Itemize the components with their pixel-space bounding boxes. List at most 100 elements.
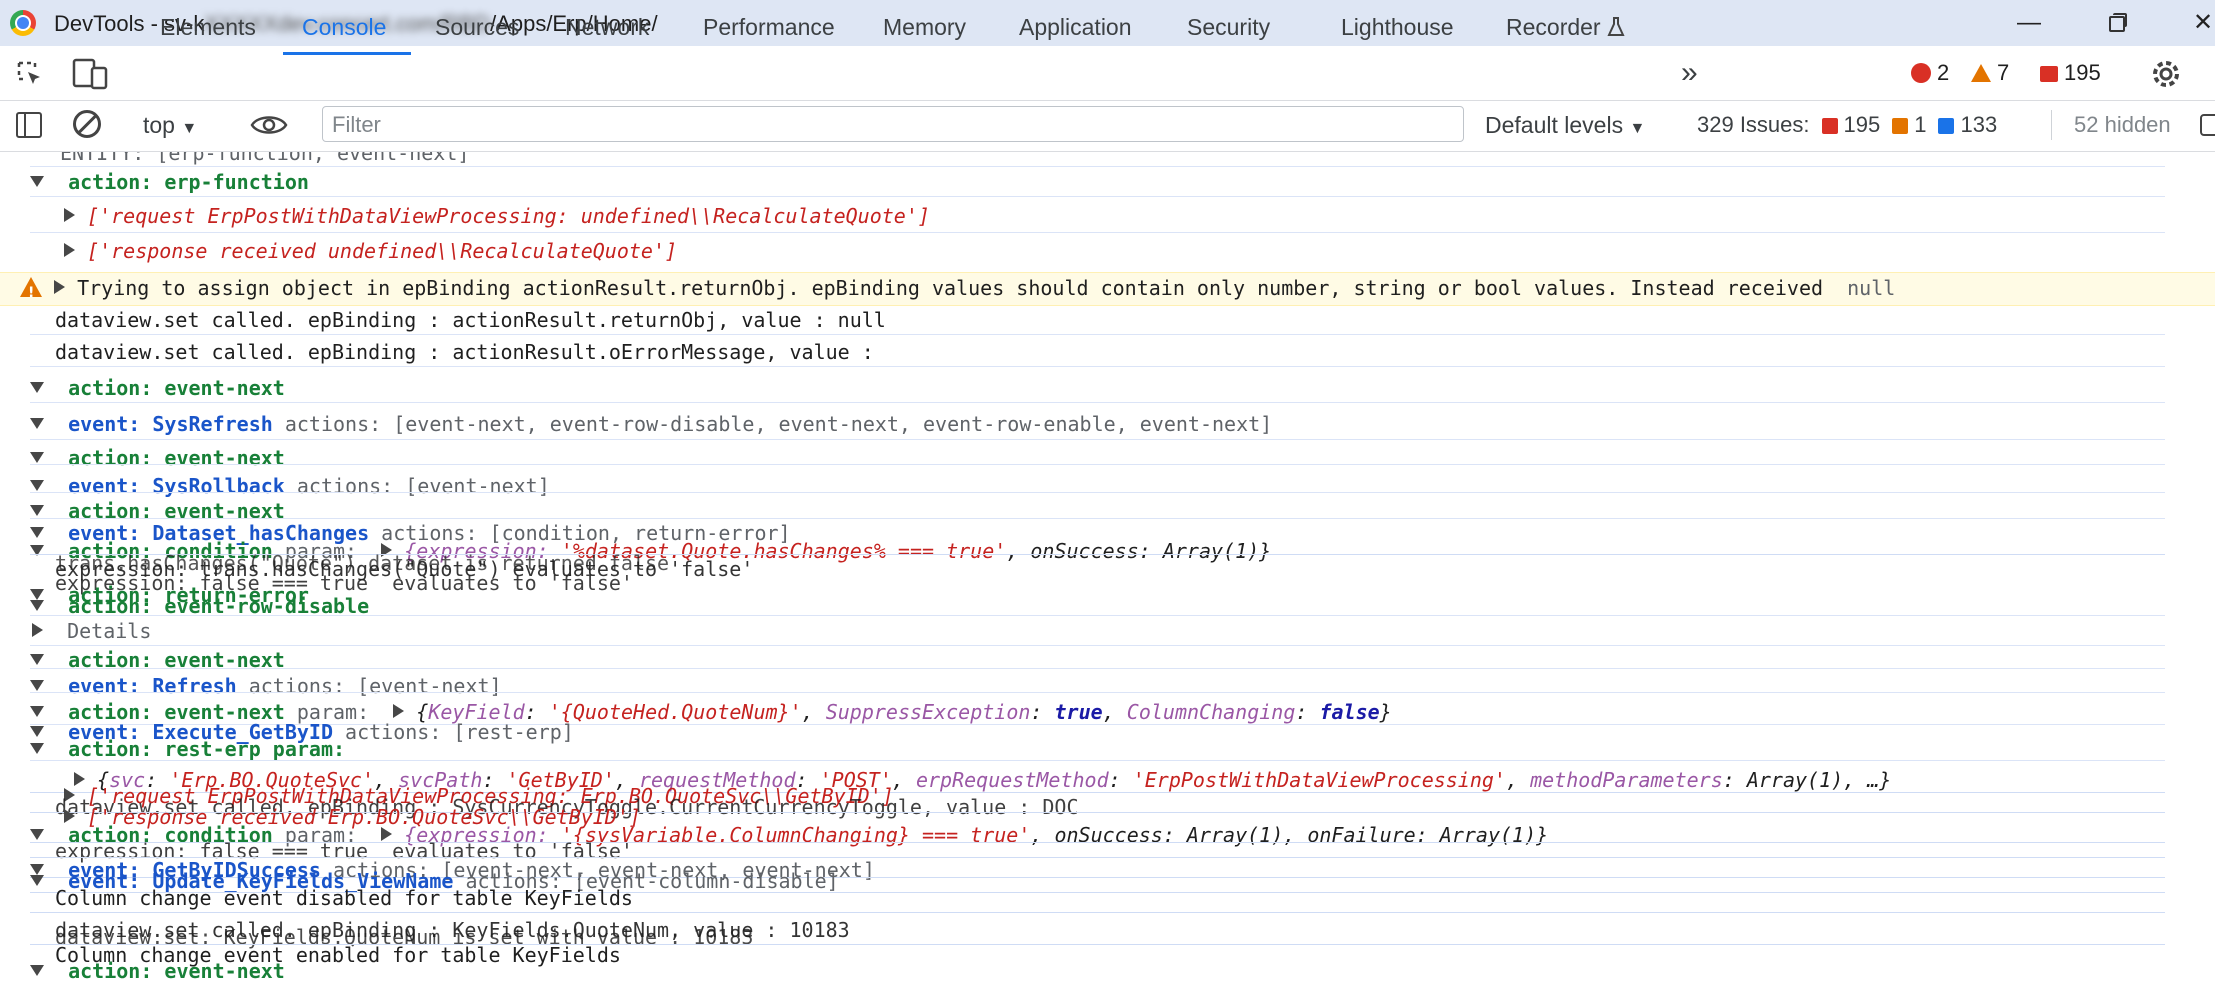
tab-network[interactable]: Network bbox=[565, 14, 649, 41]
tab-console[interactable]: Console bbox=[302, 14, 386, 41]
event-label: event: SysRefresh bbox=[68, 412, 273, 436]
row-divider bbox=[30, 334, 2165, 335]
group-header[interactable]: action: event-next bbox=[0, 445, 2215, 471]
close-button[interactable]: ✕ bbox=[2180, 8, 2215, 38]
group-header[interactable]: event: Refresh actions: [event-next] bbox=[0, 673, 2215, 699]
row-divider bbox=[30, 645, 2165, 646]
context-value: top bbox=[143, 112, 175, 138]
flask-icon bbox=[1607, 17, 1625, 36]
tab-application[interactable]: Application bbox=[1019, 14, 1132, 41]
context-select[interactable]: top ▼ bbox=[143, 112, 197, 139]
tab-memory[interactable]: Memory bbox=[883, 14, 966, 41]
error-counter[interactable]: 2 bbox=[1911, 60, 1949, 88]
settings-gear-icon[interactable] bbox=[2148, 56, 2184, 92]
row-divider bbox=[30, 760, 2165, 761]
error-count: 2 bbox=[1937, 60, 1950, 85]
collapse-arrow-icon bbox=[30, 480, 44, 491]
tab-recorder[interactable]: Recorder bbox=[1506, 14, 1625, 41]
group-header[interactable]: event: SysRefresh actions: [event-next, … bbox=[0, 411, 2215, 437]
tab-lighthouse[interactable]: Lighthouse bbox=[1341, 14, 1454, 41]
dropdown-arrow-icon: ▼ bbox=[181, 120, 198, 137]
console-output: ENTITY: [erp-function, event-next] actio… bbox=[0, 152, 2215, 985]
error-circle-icon bbox=[1911, 63, 1931, 83]
row-divider bbox=[30, 518, 2165, 519]
log-line[interactable]: ['request ErpPostWithDataViewProcessing:… bbox=[0, 203, 2215, 229]
expand-arrow-icon bbox=[393, 704, 405, 718]
log-line: dataview.set called. epBinding : actionR… bbox=[55, 340, 874, 364]
event-actions: actions: [event-next, event-row-disable,… bbox=[284, 412, 1273, 436]
issues-count: 195 bbox=[2064, 60, 2101, 85]
group-header[interactable]: action: rest-erp param: bbox=[0, 736, 2215, 762]
inspect-element-icon[interactable] bbox=[16, 60, 44, 88]
collapse-arrow-icon bbox=[30, 527, 44, 538]
row-divider bbox=[30, 464, 2165, 465]
details-label: Details bbox=[67, 619, 152, 643]
dropdown-arrow-icon: ▼ bbox=[1629, 120, 1646, 137]
row-divider bbox=[30, 166, 2165, 167]
tab-recorder-label: Recorder bbox=[1506, 14, 1601, 40]
group-header[interactable]: action: event-next bbox=[0, 375, 2215, 401]
tab-sources[interactable]: Sources bbox=[435, 14, 519, 41]
row-divider bbox=[30, 492, 2165, 493]
active-tab-indicator bbox=[283, 52, 411, 55]
group-label: action: rest-erp param: bbox=[68, 737, 346, 761]
event-actions: actions: [event-next] bbox=[248, 674, 502, 698]
row-divider bbox=[30, 196, 2165, 197]
warning-counter[interactable]: 7 bbox=[1971, 60, 2009, 88]
expand-arrow-icon bbox=[32, 623, 43, 637]
row-divider bbox=[30, 402, 2165, 403]
collapse-arrow-icon bbox=[30, 452, 44, 463]
collapse-arrow-icon bbox=[30, 706, 44, 717]
hidden-count: 52 hidden bbox=[2074, 112, 2171, 137]
group-header[interactable]: action: erp-function bbox=[0, 169, 2215, 195]
minimize-button[interactable]: — bbox=[2006, 8, 2052, 38]
details-line[interactable]: Details bbox=[0, 618, 2215, 644]
levels-value: Default levels bbox=[1485, 112, 1624, 138]
expand-arrow-icon bbox=[54, 280, 66, 294]
chrome-logo-icon bbox=[10, 10, 36, 36]
event-label: event: Refresh bbox=[68, 674, 237, 698]
restore-button[interactable] bbox=[2093, 8, 2139, 38]
event-label: event: SysRollback bbox=[68, 474, 285, 498]
issues-label: 329 Issues: bbox=[1697, 112, 1810, 137]
expand-arrow-icon bbox=[64, 809, 75, 823]
expand-arrow-icon bbox=[64, 208, 75, 222]
issues-summary[interactable]: 329 Issues: 195 1 133 bbox=[1697, 112, 1997, 138]
warning-message[interactable]: Trying to assign object in epBinding act… bbox=[0, 275, 2215, 306]
group-header[interactable]: action: event-next bbox=[0, 647, 2215, 673]
row-divider bbox=[30, 615, 2165, 616]
issue-info-icon bbox=[1938, 118, 1955, 134]
log-line: ENTITY: [erp-function, event-next] bbox=[60, 152, 470, 165]
collapse-arrow-icon bbox=[30, 176, 44, 187]
device-toolbar-icon[interactable] bbox=[72, 58, 108, 90]
tab-performance[interactable]: Performance bbox=[703, 14, 835, 41]
collapse-arrow-icon bbox=[30, 680, 44, 691]
tab-elements[interactable]: Elements bbox=[160, 14, 256, 41]
warning-value: null bbox=[1847, 276, 1896, 300]
group-header[interactable]: action: event-next bbox=[0, 958, 2215, 984]
collapse-arrow-icon bbox=[30, 965, 44, 976]
filter-input[interactable] bbox=[330, 108, 1454, 142]
log-line: dataview.set called. epBinding : actionR… bbox=[55, 308, 886, 332]
log-line[interactable]: ['response received undefined\\Recalcula… bbox=[0, 238, 2215, 264]
group-header[interactable]: event: SysRollback actions: [event-next] bbox=[0, 473, 2215, 499]
collapse-arrow-icon bbox=[30, 829, 44, 840]
warning-count: 7 bbox=[1997, 60, 2010, 85]
toolbar-separator bbox=[2051, 110, 2052, 140]
tab-security[interactable]: Security bbox=[1187, 14, 1270, 41]
log-levels-select[interactable]: Default levels ▼ bbox=[1485, 112, 1645, 139]
collapse-arrow-icon bbox=[30, 505, 44, 516]
sidebar-toggle-icon[interactable] bbox=[16, 112, 42, 138]
log-array: ['request ErpPostWithDataViewProcessing:… bbox=[87, 204, 930, 228]
issues-counter[interactable]: 195 bbox=[2040, 60, 2101, 88]
collapse-arrow-icon bbox=[30, 418, 44, 429]
row-divider bbox=[30, 912, 2165, 913]
group-label: action: erp-function bbox=[68, 170, 309, 194]
console-settings-icon[interactable] bbox=[2200, 114, 2215, 136]
group-label: action: event-next bbox=[68, 446, 285, 470]
live-expression-eye-icon[interactable] bbox=[250, 112, 288, 138]
more-tabs-chevron-icon[interactable]: » bbox=[1681, 56, 1698, 90]
clear-console-icon[interactable] bbox=[73, 110, 101, 138]
row-divider bbox=[30, 366, 2165, 367]
row-divider bbox=[30, 439, 2165, 440]
